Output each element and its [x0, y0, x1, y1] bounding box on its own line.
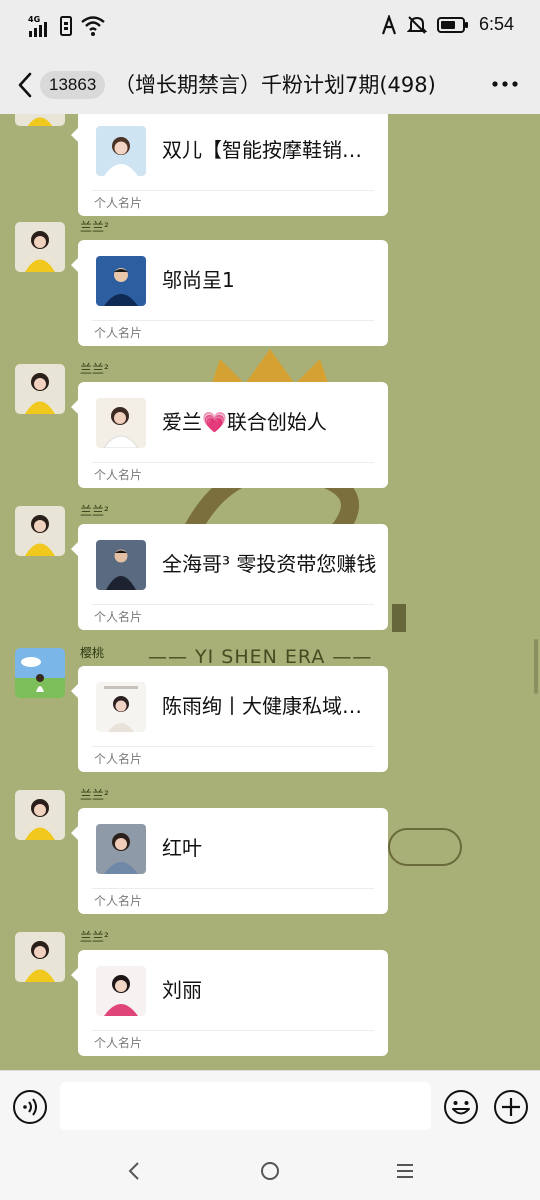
system-back-icon[interactable]	[123, 1159, 147, 1183]
contact-card-name: 陈雨绚丨大健康私域创业	[162, 694, 377, 718]
message-item: 双儿【智能按摩鞋销售】 个人名片	[0, 114, 540, 230]
message-item: 兰兰² 邬尚呈1 个人名片	[0, 218, 540, 360]
sender-avatar[interactable]	[15, 790, 65, 840]
chat-area[interactable]: —— YI SHEN ERA —— 双儿【智能按摩鞋销售】 个人名片 兰兰² 邬…	[0, 114, 540, 1070]
system-menu-icon[interactable]	[393, 1159, 417, 1183]
sender-name: 兰兰²	[80, 504, 109, 518]
sender-avatar[interactable]	[15, 506, 65, 556]
card-divider	[92, 462, 374, 463]
contact-card-name: 双儿【智能按摩鞋销售】	[162, 138, 377, 162]
contact-card[interactable]: 邬尚呈1 个人名片	[71, 240, 388, 346]
battery-icon	[436, 16, 468, 33]
sender-name: 兰兰²	[80, 788, 109, 802]
voice-input-icon[interactable]	[12, 1089, 48, 1125]
plus-icon[interactable]	[493, 1089, 529, 1125]
contact-card[interactable]: 爱兰💗联合创始人 个人名片	[71, 382, 388, 488]
status-bar: 4G 6:54	[0, 0, 540, 56]
sender-avatar[interactable]	[15, 114, 65, 126]
card-divider	[92, 320, 374, 321]
card-divider	[92, 604, 374, 605]
contact-photo	[96, 966, 146, 1016]
sender-name: 兰兰²	[80, 220, 109, 234]
contact-card-type: 个人名片	[94, 1036, 143, 1050]
contact-card-name: 刘丽	[162, 978, 202, 1002]
contact-card-type: 个人名片	[94, 610, 143, 624]
sender-avatar[interactable]	[15, 932, 65, 982]
card-divider	[92, 1030, 374, 1031]
mute-icon	[406, 15, 427, 34]
group-title: （增长期禁言）千粉计划7期(498)	[114, 73, 436, 97]
card-divider	[92, 888, 374, 889]
sender-avatar[interactable]	[15, 648, 65, 698]
contact-card-name: 全海哥³ 零投资带您赚钱	[162, 552, 377, 576]
unread-count-badge[interactable]: 13863	[40, 71, 106, 99]
contact-photo	[96, 398, 146, 448]
message-input[interactable]	[60, 1082, 431, 1130]
contact-card-type: 个人名片	[94, 468, 143, 482]
contact-card-name: 爱兰💗联合创始人	[162, 410, 327, 434]
contact-card-name: 邬尚呈1	[162, 268, 235, 292]
contact-card[interactable]: 全海哥³ 零投资带您赚钱 个人名片	[71, 524, 388, 630]
contact-card-type: 个人名片	[94, 326, 143, 340]
system-home-icon[interactable]	[258, 1159, 282, 1183]
contact-photo	[96, 256, 146, 306]
card-divider	[92, 746, 374, 747]
contact-card[interactable]: 刘丽 个人名片	[71, 950, 388, 1056]
sender-name: 兰兰²	[80, 362, 109, 376]
sender-name: 兰兰²	[80, 930, 109, 944]
contact-card-name: 红叶	[162, 836, 202, 860]
contact-photo	[96, 824, 146, 874]
contact-card-type: 个人名片	[94, 894, 143, 908]
message-item: 樱桃 陈雨绚丨大健康私域创业 个人名片	[0, 644, 540, 786]
svg-text:4G: 4G	[28, 15, 40, 24]
scroll-indicator[interactable]	[534, 639, 538, 694]
contact-card[interactable]: 红叶 个人名片	[71, 808, 388, 914]
chat-header: 13863 （增长期禁言）千粉计划7期(498)	[0, 56, 540, 114]
contact-card-type: 个人名片	[94, 196, 143, 210]
back-arrow-icon[interactable]	[14, 70, 36, 100]
sim-icon	[60, 16, 72, 36]
more-options-icon[interactable]	[492, 80, 518, 88]
sender-avatar[interactable]	[15, 364, 65, 414]
alarm-icon	[381, 14, 396, 34]
contact-photo	[96, 682, 146, 732]
contact-card[interactable]: 陈雨绚丨大健康私域创业 个人名片	[71, 666, 388, 772]
signal-icon: 4G	[28, 15, 47, 37]
wifi-icon	[81, 16, 105, 36]
message-item: 兰兰² 刘丽 个人名片	[0, 928, 540, 1070]
system-navigation-bar	[0, 1142, 540, 1200]
sender-name: 樱桃	[80, 646, 105, 660]
contact-card-type: 个人名片	[94, 752, 143, 766]
emoji-icon[interactable]	[443, 1089, 479, 1125]
contact-card[interactable]: 双儿【智能按摩鞋销售】 个人名片	[71, 114, 388, 216]
message-input-bar	[0, 1070, 540, 1142]
message-item: 兰兰² 全海哥³ 零投资带您赚钱 个人名片	[0, 502, 540, 644]
card-divider	[92, 190, 374, 191]
contact-photo	[96, 126, 146, 176]
sender-avatar[interactable]	[15, 222, 65, 272]
contact-photo	[96, 540, 146, 590]
clock: 6:54	[478, 14, 514, 34]
message-item: 兰兰² 红叶 个人名片	[0, 786, 540, 928]
message-item: 兰兰² 爱兰💗联合创始人 个人名片	[0, 360, 540, 502]
